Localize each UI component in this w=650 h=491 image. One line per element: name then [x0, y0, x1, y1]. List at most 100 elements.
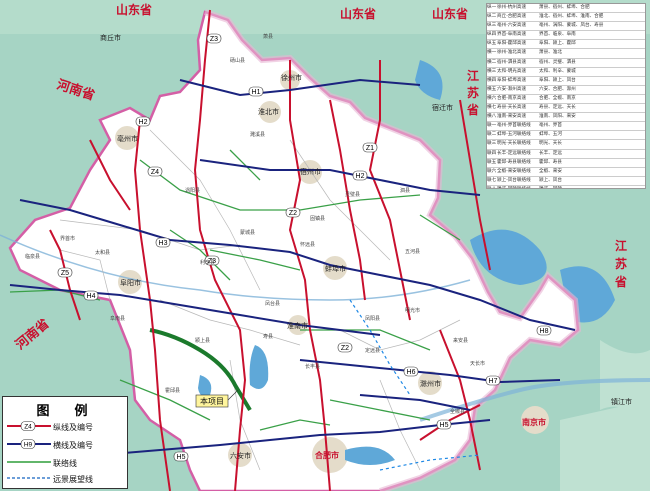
- city-chuzhou: 滁州市: [420, 379, 441, 388]
- svg-text:太和县: 太和县: [95, 249, 110, 256]
- city-zhenjiang: 镇江市: [611, 397, 632, 406]
- svg-text:泗县: 泗县: [400, 187, 410, 194]
- svg-text:Z4: Z4: [24, 424, 32, 431]
- svg-text:五河县: 五河县: [405, 248, 420, 255]
- shield-Z5: Z5: [61, 270, 69, 277]
- route-table-row: 横二 宿州-泗县高速 宿州、灵璧、泗县: [487, 59, 645, 68]
- route-table-cell: 联六: [487, 167, 497, 173]
- province-label-shandong-far: 山东省: [432, 6, 468, 21]
- route-table-row: 横四 阜阳-蚌埠高速 阜阳、颍上、凤台: [487, 77, 645, 86]
- route-table-cell: 界首-阜南高速: [497, 31, 527, 37]
- route-table-cell: 六安-滁州高速: [497, 85, 527, 91]
- route-table-cell: 横八: [487, 113, 497, 119]
- route-table: 纵一 徐州-杭州高速 萧县、宿州、蚌埠、合肥 纵二 商丘-合肥高速 淮北、宿州、蚌埠、淮南…: [486, 3, 646, 189]
- route-table-cell: 霍邱、寿县: [539, 158, 562, 164]
- route-table-cell: 萧县、淮北: [539, 49, 562, 55]
- shield-H5-low: H5: [177, 454, 186, 461]
- province-label-jiangsu-upper-3: 省: [466, 102, 479, 117]
- route-table-row: 横五 六安-滁州高速 六安、合肥、滁州: [487, 86, 645, 95]
- route-table-cell: 颍上-凤台联络线: [497, 176, 531, 182]
- route-table-cell: 横五: [487, 85, 497, 91]
- route-table-cell: 宿州-泗县高速: [497, 58, 527, 64]
- svg-text:定远县: 定远县: [365, 347, 380, 354]
- route-table-cell: 联三: [487, 140, 497, 146]
- svg-text:长丰县: 长丰县: [305, 363, 320, 370]
- svg-text:蒙城县: 蒙城县: [240, 229, 255, 236]
- route-table-row: 联四 长丰-定远联络线 长丰、定远: [487, 150, 645, 159]
- svg-text:怀远县: 怀远县: [300, 241, 315, 248]
- route-table-cell: 横二: [487, 58, 497, 64]
- route-table-cell: 联七: [487, 176, 497, 182]
- city-bozhou: 亳州市: [117, 134, 138, 143]
- shield-H8: H8: [540, 328, 549, 335]
- route-table-cell: 全椒-来安联络线: [497, 167, 531, 173]
- route-table-cell: 横四: [487, 76, 497, 82]
- legend-item-horizontal: H9 横线及编号: [7, 438, 125, 452]
- route-table-row: 横六 合肥-南京高速 合肥、全椒、南京: [487, 95, 645, 105]
- svg-text:凤台县: 凤台县: [265, 300, 280, 307]
- route-table-cell: 宿州、灵璧、泗县: [539, 58, 576, 64]
- city-shangqiu: 商丘市: [100, 33, 121, 42]
- svg-text:来安县: 来安县: [453, 337, 468, 344]
- legend-title: 图 例: [36, 404, 94, 419]
- route-table-cell: 亳州-六安高速: [497, 22, 527, 28]
- shield-Z3: Z3: [210, 36, 218, 43]
- province-label-jiangsu-lower-1: 江: [615, 238, 627, 253]
- legend: 图 例 Z4 纵线及编号 H9 横线及编号 联络线 远景展望线: [2, 396, 128, 489]
- route-table-cell: 太和、利辛、蒙城: [539, 67, 576, 73]
- svg-text:明光市: 明光市: [405, 307, 420, 314]
- svg-text:固镇县: 固镇县: [310, 215, 325, 222]
- route-table-cell: 亳州、界首: [539, 122, 562, 128]
- svg-text:凤阳县: 凤阳县: [365, 315, 380, 322]
- shield-H6: H6: [407, 369, 416, 376]
- shield-H2: H2: [356, 173, 365, 180]
- route-table-row: 联五 霍邱-寿县联络线 霍邱、寿县: [487, 159, 645, 168]
- svg-text:天长市: 天长市: [470, 360, 485, 367]
- route-table-cell: 联一: [487, 122, 497, 128]
- shield-H3: H3: [159, 240, 168, 247]
- shield-H1: H1: [252, 89, 261, 96]
- route-table-cell: 颍上、凤台: [539, 176, 562, 182]
- route-table-cell: 长丰、定远: [539, 149, 562, 155]
- province-label-jiangsu-upper-1: 江: [467, 68, 479, 83]
- shield-H2-left: H2: [139, 119, 148, 126]
- svg-text:灵璧县: 灵璧县: [345, 191, 360, 198]
- route-table-cell: 商丘-合肥高速: [497, 13, 527, 19]
- route-table-cell: 阜阳、颍上、霍邱: [539, 40, 576, 46]
- svg-text:颍上县: 颍上县: [195, 337, 210, 344]
- svg-text:砀山县: 砀山县: [230, 57, 245, 64]
- route-table-cell: 太和-明光高速: [497, 67, 527, 73]
- legend-item-outlook: 远景展望线: [7, 475, 93, 484]
- province-label-shandong-left: 山东省: [116, 2, 152, 17]
- route-table-cell: 纵五: [487, 40, 497, 46]
- svg-text:萧县: 萧县: [263, 33, 273, 40]
- route-table-row: 横一 徐州-淮北高速 萧县、淮北: [487, 49, 645, 59]
- route-table-cell: 濉溪-固镇联络线: [497, 185, 531, 189]
- route-table-cell: 联五: [487, 158, 497, 164]
- city-hefei: 合肥市: [314, 450, 339, 460]
- route-table-cell: 寿县-天长高速: [497, 104, 527, 110]
- city-bengbu: 蚌埠市: [325, 264, 346, 273]
- province-label-shandong-right: 山东省: [340, 6, 376, 21]
- route-table-row: 横三 太和-明光高速 太和、利辛、蒙城: [487, 68, 645, 77]
- svg-text:濉溪县: 濉溪县: [250, 131, 265, 138]
- svg-text:全椒县: 全椒县: [450, 408, 465, 415]
- city-xuzhou: 徐州市: [281, 73, 302, 82]
- route-table-cell: 萧县、宿州、蚌埠、合肥: [539, 4, 590, 9]
- svg-text:临泉县: 临泉县: [25, 253, 40, 260]
- city-huainan: 淮南市: [287, 321, 308, 330]
- province-label-jiangsu-lower-3: 省: [614, 274, 627, 289]
- shield-Z2-low: Z2: [341, 345, 349, 352]
- route-table-cell: 霍邱-寿县联络线: [497, 158, 531, 164]
- route-table-cell: 全椒、来安: [539, 167, 562, 173]
- shield-Z1: Z1: [366, 145, 374, 152]
- route-table-cell: 淮南、凤阳、来安: [539, 113, 576, 119]
- route-table-cell: 寿县、定远、天长: [539, 104, 576, 110]
- route-table-row: 联二 蚌埠-五河联络线 蚌埠、五河: [487, 131, 645, 141]
- route-table-cell: 明光、天长: [539, 140, 562, 146]
- route-table-cell: 蚌埠-五河联络线: [497, 131, 531, 137]
- route-table-cell: 界首、临泉、阜南: [539, 31, 576, 37]
- route-table-cell: 联二: [487, 131, 497, 137]
- svg-text:寿县: 寿县: [263, 333, 273, 340]
- route-table-cell: 淮北、宿州、蚌埠、淮南、合肥: [539, 13, 604, 19]
